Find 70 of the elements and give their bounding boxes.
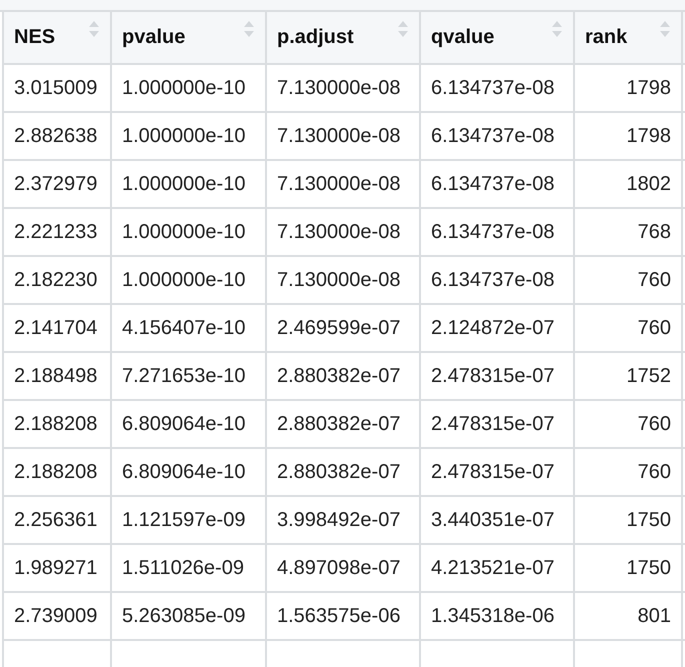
table-cell: 1.000000e-10 <box>111 208 266 256</box>
table-cell: 3.440351e-07 <box>420 496 574 544</box>
table-cell: 7.130000e-08 <box>266 160 420 208</box>
column-header[interactable]: qvalue <box>420 12 574 64</box>
column-header[interactable]: p.adjust <box>266 12 420 64</box>
table-cell: 6.134737e-08 <box>420 112 574 160</box>
table-cell: 1.563575e-06 <box>266 592 420 640</box>
table-cell: 4.156407e-10 <box>111 304 266 352</box>
table-cell: 1802 <box>574 160 682 208</box>
table-cell: 760 <box>574 304 682 352</box>
table-cell: 760 <box>574 256 682 304</box>
table-cell: 2.372979 <box>3 160 111 208</box>
table-cell: 1.000000e-10 <box>111 64 266 112</box>
table-cell: 1798 <box>574 112 682 160</box>
table-cell: 1.121597e-09 <box>111 496 266 544</box>
table-cell: 7.271653e-10 <box>111 352 266 400</box>
table-cell: 7.130000e-08 <box>266 64 420 112</box>
table-cell: 1752 <box>574 352 682 400</box>
table-cell: 1.345318e-06 <box>420 592 574 640</box>
table-cell: 3.015009 <box>3 64 111 112</box>
table-cell: 2.188208 <box>3 448 111 496</box>
sort-icon[interactable] <box>551 20 563 38</box>
table-cell: 6.134737e-08 <box>420 256 574 304</box>
table-cell: 1.000000e-10 <box>111 256 266 304</box>
sort-icon[interactable] <box>397 20 409 38</box>
table-cell: 2.478315e-07 <box>420 448 574 496</box>
column-header[interactable]: pvalue <box>111 12 266 64</box>
table-cell: 2.882638 <box>3 112 111 160</box>
table-cell: 4.213521e-07 <box>420 544 574 592</box>
table-cell: 1.989271 <box>3 544 111 592</box>
table-cell: 2.880382e-07 <box>266 448 420 496</box>
table-cell: 1.000000e-10 <box>111 160 266 208</box>
table-cell: 6.809064e-10 <box>111 448 266 496</box>
table-cell: 2.478315e-07 <box>420 352 574 400</box>
table-cell: 1.000000e-10 <box>111 112 266 160</box>
table-cell: 760 <box>574 400 682 448</box>
table-cell: 801 <box>574 592 682 640</box>
table-cell: 1750 <box>574 496 682 544</box>
table-cell: 2.739009 <box>3 592 111 640</box>
table-cell: 2.880382e-07 <box>266 352 420 400</box>
sort-icon[interactable] <box>88 20 100 38</box>
table-cell: 5.263085e-09 <box>111 592 266 640</box>
sort-icon[interactable] <box>243 20 255 38</box>
table-cell: 2.188208 <box>3 400 111 448</box>
sort-icon[interactable] <box>659 20 671 38</box>
table-cell: 2.478315e-07 <box>420 400 574 448</box>
table-cell: 6.134737e-08 <box>420 64 574 112</box>
column-header[interactable]: rank <box>574 12 682 64</box>
table-cell: 1798 <box>574 64 682 112</box>
table-cell: 2.182230 <box>3 256 111 304</box>
table-cell: 3.998492e-07 <box>266 496 420 544</box>
table-cell: 2.880382e-07 <box>266 400 420 448</box>
table-cell: 2.124872e-07 <box>420 304 574 352</box>
table-cell: 2.256361 <box>3 496 111 544</box>
table-cell: 1750 <box>574 544 682 592</box>
table-cell: 2.221233 <box>3 208 111 256</box>
table-cell: 768 <box>574 208 682 256</box>
table-cell: 1.511026e-09 <box>111 544 266 592</box>
table-cell: 760 <box>574 448 682 496</box>
table-cell: 7.130000e-08 <box>266 256 420 304</box>
table-cell: 2.469599e-07 <box>266 304 420 352</box>
table-cell: 6.134737e-08 <box>420 208 574 256</box>
table-cell: 4.897098e-07 <box>266 544 420 592</box>
table-cell: 2.141704 <box>3 304 111 352</box>
table-cell: 7.130000e-08 <box>266 112 420 160</box>
table-cell: 2.188498 <box>3 352 111 400</box>
table-cell: 7.130000e-08 <box>266 208 420 256</box>
table-cell: 6.134737e-08 <box>420 160 574 208</box>
table-cell: 6.809064e-10 <box>111 400 266 448</box>
column-header[interactable]: NES <box>3 12 111 64</box>
